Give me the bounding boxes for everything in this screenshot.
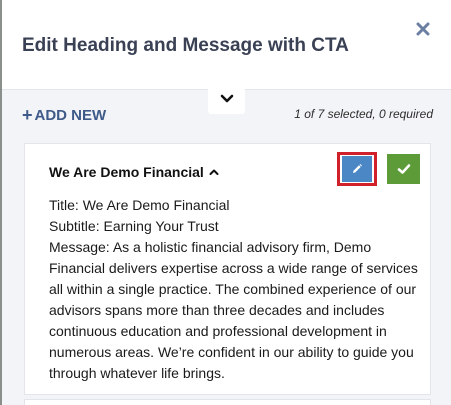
next-item-card (24, 399, 431, 405)
item-subtitle-line: Subtitle: Earning Your Trust (49, 218, 219, 234)
chevron-up-icon (209, 168, 219, 176)
edit-button[interactable] (337, 152, 377, 186)
item-heading: We Are Demo Financial (49, 164, 204, 180)
add-new-button[interactable]: + ADD NEW (22, 105, 106, 125)
add-new-label: ADD NEW (34, 106, 107, 124)
check-icon (397, 164, 410, 174)
close-button[interactable] (412, 18, 434, 40)
dialog-header: Edit Heading and Message with CTA (2, 0, 451, 90)
collapse-toggle-button[interactable] (208, 84, 245, 114)
dialog-title: Edit Heading and Message with CTA (22, 35, 349, 56)
edit-dialog-panel: Edit Heading and Message with CTA + ADD … (2, 0, 451, 405)
selection-status: 1 of 7 selected, 0 required (294, 107, 433, 121)
item-details: Title: We Are Demo Financial Subtitle: E… (49, 195, 421, 384)
item-title-line: Title: We Are Demo Financial (49, 197, 230, 213)
plus-icon: + (22, 105, 33, 125)
edit-button-face (342, 156, 372, 182)
item-message-line: Message: As a holistic financial advisor… (49, 239, 418, 381)
item-heading-toggle[interactable]: We Are Demo Financial (49, 164, 219, 180)
pencil-icon (353, 164, 362, 173)
close-icon (416, 22, 430, 36)
content-item-card: We Are Demo Financial Title: We Are Demo (24, 143, 431, 395)
confirm-button[interactable] (387, 154, 420, 184)
chevron-down-icon (220, 94, 233, 103)
